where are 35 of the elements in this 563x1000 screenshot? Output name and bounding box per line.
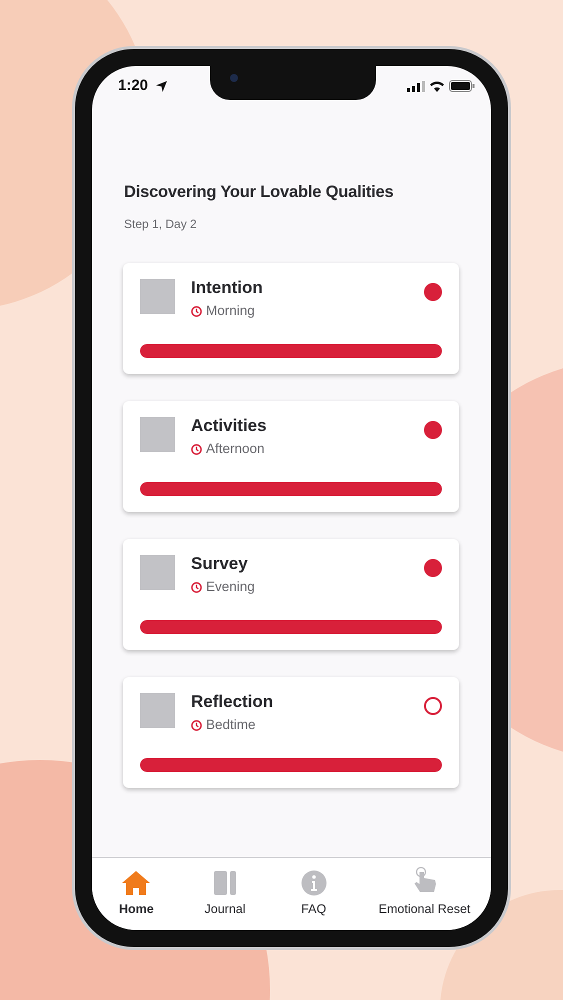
- thumbnail-placeholder: [140, 692, 175, 728]
- task-title: Intention: [191, 278, 264, 298]
- home-icon: [121, 870, 152, 896]
- thumbnail-placeholder: [140, 554, 175, 590]
- task-time: Afternoon: [206, 440, 265, 458]
- camera-icon: [230, 74, 238, 82]
- thumbnail-placeholder: [140, 416, 175, 452]
- clock-icon: [191, 582, 202, 594]
- clock-icon: [191, 306, 202, 318]
- tab-item[interactable]: Emotional Reset: [358, 858, 491, 930]
- tab-item[interactable]: Journal: [180, 858, 270, 930]
- task-time: Evening: [206, 578, 255, 596]
- thumbnail-placeholder: [140, 278, 175, 314]
- task-title: Activities: [191, 416, 268, 436]
- task-card[interactable]: Survey Evening: [123, 538, 459, 650]
- clock-icon: [191, 444, 202, 456]
- task-title: Survey: [191, 554, 249, 574]
- info-icon: [300, 870, 327, 896]
- location-arrow-icon: [156, 80, 168, 92]
- task-time: Morning: [206, 302, 255, 320]
- status-time: 1:20: [118, 76, 148, 96]
- task-card[interactable]: Activities Afternoon: [123, 400, 459, 512]
- signal-icon: [407, 80, 425, 92]
- tab-item[interactable]: FAQ: [269, 858, 358, 930]
- battery-icon: [449, 80, 475, 92]
- wifi-icon: [429, 80, 445, 92]
- task-time: Bedtime: [206, 716, 256, 734]
- task-title: Reflection: [191, 692, 274, 712]
- book-icon: [213, 870, 237, 896]
- task-card[interactable]: Intention Morning: [123, 262, 459, 374]
- page-subtitle: Step 1, Day 2: [124, 216, 198, 233]
- task-card[interactable]: Reflection Bedtime: [123, 676, 459, 788]
- tab-item[interactable]: Home: [92, 858, 181, 930]
- clock-icon: [191, 720, 202, 732]
- page-title: Discovering Your Lovable Qualities: [124, 182, 395, 203]
